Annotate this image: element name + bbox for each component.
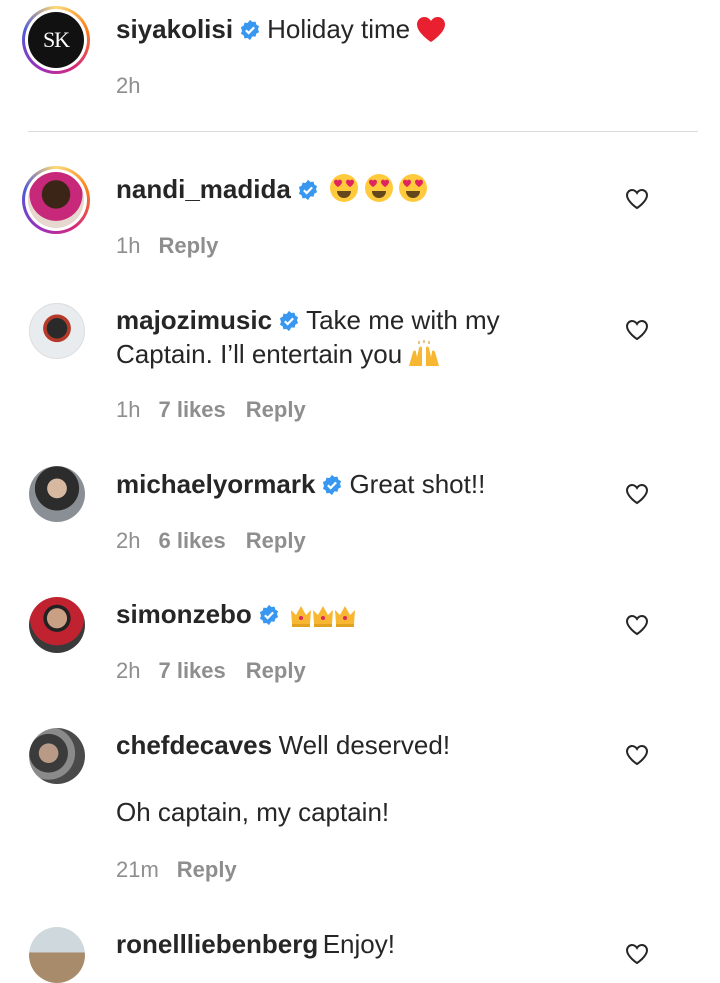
comment-username[interactable]: simonzebo — [116, 599, 252, 629]
comment-text-continued: Oh captain, my captain! — [116, 797, 390, 827]
comment-text: Enjoy! — [322, 929, 395, 959]
likes-count[interactable]: 6 likes — [158, 528, 225, 553]
crown-emoji — [291, 606, 312, 627]
comment-avatar[interactable] — [29, 927, 85, 983]
comment-text: Well deserved! — [278, 730, 451, 760]
avatar-initials: SK — [42, 27, 70, 52]
likes-count[interactable]: 7 likes — [158, 658, 225, 683]
caption-avatar-ring[interactable]: SK — [22, 6, 90, 74]
comment-avatar[interactable] — [22, 166, 90, 234]
comment-username[interactable]: nandi_madida — [116, 174, 291, 204]
comment-username[interactable]: chefdecaves — [116, 730, 272, 760]
reply-button[interactable]: Reply — [246, 528, 306, 553]
like-heart-icon[interactable] — [625, 319, 649, 341]
caption-divider — [28, 131, 698, 132]
comment-username[interactable]: majozimusic — [116, 305, 272, 335]
comment-text: Great shot!! — [349, 469, 486, 499]
heart-eyes-emoji — [364, 173, 394, 216]
red-heart-icon — [416, 17, 445, 42]
heart-eyes-emoji — [398, 173, 428, 216]
caption-text: Holiday time — [267, 14, 411, 44]
raising-hands-emoji — [408, 340, 439, 366]
comment-time: 1h — [116, 233, 141, 258]
like-heart-icon[interactable] — [625, 188, 649, 210]
comment-time: 2h — [116, 658, 141, 683]
comment-username[interactable]: michaelyormark — [116, 469, 315, 499]
comment-username[interactable]: ronellliebenberg — [116, 929, 318, 959]
reply-button[interactable]: Reply — [158, 233, 218, 258]
comment-avatar[interactable] — [29, 466, 85, 522]
comment-avatar[interactable] — [29, 728, 85, 784]
crown-emoji — [313, 606, 334, 627]
reply-button[interactable]: Reply — [246, 397, 306, 422]
comment-time: 21m — [116, 857, 159, 882]
comment-text-continued: Captain. I’ll entertain you — [116, 339, 403, 369]
reply-button[interactable]: Reply — [177, 857, 237, 882]
comment-time: 2h — [116, 528, 141, 553]
like-heart-icon[interactable] — [625, 614, 649, 636]
like-heart-icon[interactable] — [625, 943, 649, 965]
like-heart-icon[interactable] — [625, 744, 649, 766]
verified-badge-icon — [323, 474, 342, 496]
comment-text: Take me with my — [306, 305, 500, 335]
caption-time: 2h — [116, 73, 141, 98]
verified-badge-icon — [298, 179, 317, 201]
crown-emoji — [335, 606, 356, 627]
verified-badge-icon — [259, 604, 278, 626]
comment-time: 1h — [116, 397, 141, 422]
reply-button[interactable]: Reply — [246, 658, 306, 683]
like-heart-icon[interactable] — [625, 483, 649, 505]
verified-badge-icon — [241, 19, 260, 41]
caption-username[interactable]: siyakolisi — [116, 14, 233, 44]
verified-badge-icon — [279, 310, 299, 332]
heart-eyes-emoji — [329, 173, 359, 216]
likes-count[interactable]: 7 likes — [158, 397, 225, 422]
comment-avatar[interactable] — [29, 303, 85, 359]
comment-avatar[interactable] — [29, 597, 85, 653]
